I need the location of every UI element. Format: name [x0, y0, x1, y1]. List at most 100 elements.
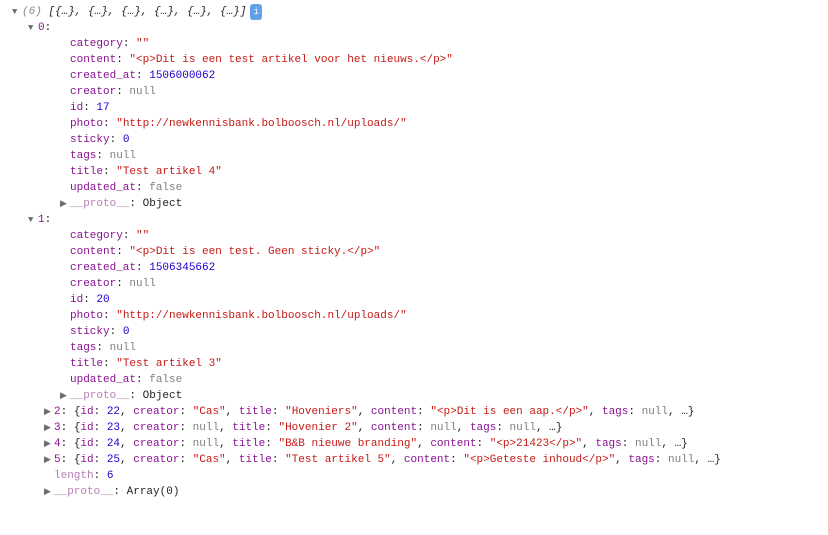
prop-key: updated_at — [70, 372, 136, 388]
prop-value: 17 — [96, 100, 109, 116]
object-prop-row: ▶id: 20 — [12, 292, 816, 308]
array-index: 0 — [38, 20, 45, 36]
prop-key: photo — [70, 308, 103, 324]
prop-value: 1506345662 — [149, 260, 215, 276]
object-prop-row: ▶content: "<p>Dit is een test. Geen stic… — [12, 244, 816, 260]
disclosure-triangle-icon[interactable]: ▶ — [44, 484, 54, 500]
prop-value: null — [110, 340, 136, 356]
prop-value: "" — [136, 36, 149, 52]
object-preview: {id: 22, creator: "Cas", title: "Hovenie… — [74, 404, 695, 420]
prop-key: __proto__ — [70, 388, 129, 404]
array-index: 2 — [54, 404, 61, 420]
disclosure-triangle-icon[interactable]: ▼ — [28, 212, 38, 228]
prop-key: tags — [70, 340, 96, 356]
array-length-row: ▶ length: 6 — [12, 468, 816, 484]
prop-key: creator — [70, 276, 116, 292]
prop-key: photo — [70, 116, 103, 132]
object-prop-row: ▶tags: null — [12, 340, 816, 356]
prop-value: "http://newkennisbank.bolboosch.nl/uploa… — [116, 308, 406, 324]
prop-value: 0 — [123, 132, 130, 148]
prop-value: 1506000062 — [149, 68, 215, 84]
prop-value: "http://newkennisbank.bolboosch.nl/uploa… — [116, 116, 406, 132]
disclosure-triangle-icon[interactable]: ▶ — [44, 436, 54, 452]
disclosure-triangle-icon[interactable]: ▶ — [60, 388, 70, 404]
array-index: 1 — [38, 212, 45, 228]
object-prop-row: ▶tags: null — [12, 148, 816, 164]
object-prop-row: ▶creator: null — [12, 84, 816, 100]
prop-value: Object — [143, 196, 183, 212]
prop-key: length — [54, 468, 94, 484]
prop-value: 0 — [123, 324, 130, 340]
prop-key: sticky — [70, 132, 110, 148]
prop-value: "Test artikel 3" — [116, 356, 222, 372]
array-item-row-collapsed[interactable]: ▶2: {id: 22, creator: "Cas", title: "Hov… — [12, 404, 816, 420]
array-proto-row[interactable]: ▶ __proto__: Array(0) — [12, 484, 816, 500]
object-prop-row: ▶title: "Test artikel 3" — [12, 356, 816, 372]
object-prop-row: ▶category: "" — [12, 228, 816, 244]
array-length-label: (6) — [22, 4, 42, 20]
disclosure-triangle-icon[interactable]: ▶ — [60, 196, 70, 212]
prop-value: false — [149, 372, 182, 388]
prop-value: 6 — [107, 468, 114, 484]
prop-key: updated_at — [70, 180, 136, 196]
disclosure-triangle-icon[interactable]: ▼ — [28, 20, 38, 36]
object-prop-row: ▶sticky: 0 — [12, 324, 816, 340]
object-proto-row[interactable]: ▶__proto__: Object — [12, 196, 816, 212]
array-index: 4 — [54, 436, 61, 452]
prop-key: category — [70, 228, 123, 244]
object-prop-row: ▶updated_at: false — [12, 372, 816, 388]
array-item-row[interactable]: ▼0: — [12, 20, 816, 36]
object-prop-row: ▶sticky: 0 — [12, 132, 816, 148]
prop-key: content — [70, 244, 116, 260]
object-proto-row[interactable]: ▶__proto__: Object — [12, 388, 816, 404]
object-preview: {id: 25, creator: "Cas", title: "Test ar… — [74, 452, 721, 468]
prop-value: Object — [143, 388, 183, 404]
prop-key: title — [70, 164, 103, 180]
object-prop-row: ▶title: "Test artikel 4" — [12, 164, 816, 180]
prop-key: title — [70, 356, 103, 372]
prop-value: "<p>Dit is een test artikel voor het nie… — [129, 52, 452, 68]
prop-key: tags — [70, 148, 96, 164]
disclosure-triangle-icon[interactable]: ▶ — [44, 452, 54, 468]
prop-key: category — [70, 36, 123, 52]
prop-value: false — [149, 180, 182, 196]
prop-value: null — [129, 84, 155, 100]
object-prop-row: ▶created_at: 1506345662 — [12, 260, 816, 276]
prop-value: null — [110, 148, 136, 164]
object-prop-row: ▶photo: "http://newkennisbank.bolboosch.… — [12, 116, 816, 132]
disclosure-triangle-icon[interactable]: ▼ — [12, 4, 22, 20]
disclosure-triangle-icon[interactable]: ▶ — [44, 420, 54, 436]
prop-key: __proto__ — [54, 484, 113, 500]
prop-key: created_at — [70, 68, 136, 84]
object-prop-row: ▶id: 17 — [12, 100, 816, 116]
prop-key: id — [70, 292, 83, 308]
array-item-row-collapsed[interactable]: ▶3: {id: 23, creator: null, title: "Hove… — [12, 420, 816, 436]
prop-key: content — [70, 52, 116, 68]
object-prop-row: ▶photo: "http://newkennisbank.bolboosch.… — [12, 308, 816, 324]
prop-value: "" — [136, 228, 149, 244]
array-item-row-collapsed[interactable]: ▶4: {id: 24, creator: null, title: "B&B … — [12, 436, 816, 452]
prop-value: 20 — [96, 292, 109, 308]
array-preview: [{…}, {…}, {…}, {…}, {…}, {…}] — [48, 4, 246, 20]
array-summary-row[interactable]: ▼ (6) [{…}, {…}, {…}, {…}, {…}, {…}] i — [12, 4, 816, 20]
array-item-row[interactable]: ▼1: — [12, 212, 816, 228]
prop-value: "Test artikel 4" — [116, 164, 222, 180]
prop-value: "<p>Dit is een test. Geen sticky.</p>" — [129, 244, 380, 260]
prop-value: Array(0) — [127, 484, 180, 500]
array-item-row-collapsed[interactable]: ▶5: {id: 25, creator: "Cas", title: "Tes… — [12, 452, 816, 468]
info-badge-icon[interactable]: i — [250, 4, 261, 20]
prop-key: creator — [70, 84, 116, 100]
disclosure-triangle-icon[interactable]: ▶ — [44, 404, 54, 420]
prop-key: sticky — [70, 324, 110, 340]
prop-key: __proto__ — [70, 196, 129, 212]
object-prop-row: ▶creator: null — [12, 276, 816, 292]
array-index: 5 — [54, 452, 61, 468]
object-preview: {id: 24, creator: null, title: "B&B nieu… — [74, 436, 688, 452]
object-prop-row: ▶updated_at: false — [12, 180, 816, 196]
object-prop-row: ▶category: "" — [12, 36, 816, 52]
object-prop-row: ▶content: "<p>Dit is een test artikel vo… — [12, 52, 816, 68]
object-preview: {id: 23, creator: null, title: "Hovenier… — [74, 420, 563, 436]
prop-value: null — [129, 276, 155, 292]
array-index: 3 — [54, 420, 61, 436]
prop-key: id — [70, 100, 83, 116]
